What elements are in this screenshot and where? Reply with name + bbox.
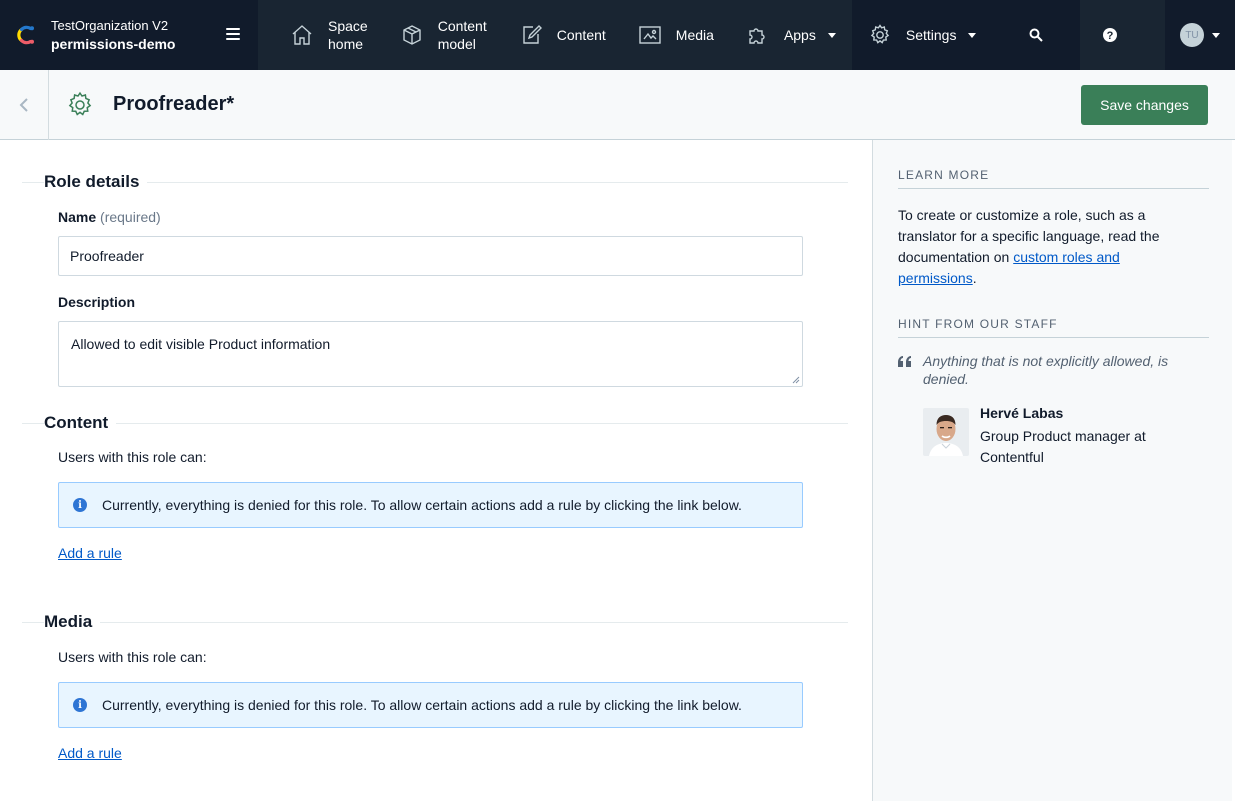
content-add-rule-link[interactable]: Add a rule [58,545,122,561]
media-add-rule-link[interactable]: Add a rule [58,745,122,761]
info-icon: i [73,698,87,712]
nav-content-model-line2: model [437,36,476,52]
learn-more-text: To create or customize a role, such as a… [898,205,1198,289]
nav-apps[interactable]: Apps [730,0,852,70]
chevron-down-icon [827,32,836,38]
quote-icon [898,356,911,367]
settings-gear-icon [68,91,92,116]
chevron-down-icon [1212,32,1220,38]
nav-media-label: Media [675,27,714,43]
description-label: Description [58,294,136,310]
role-details-heading: Role details [44,172,148,192]
media-heading: Media [44,612,101,632]
contentful-logo-icon [17,25,34,45]
content-info-note: i Currently, everything is denied for th… [58,482,803,528]
hint-quote: Anything that is not explicitly allowed,… [923,353,1169,387]
nav-space-home[interactable]: Space home [258,0,384,70]
org-switcher[interactable]: TestOrganization V2 permissions-demo [0,0,258,70]
content-intro: Users with this role can: [58,449,207,465]
home-icon [292,25,312,45]
media-note-text: Currently, everything is denied for this… [102,697,742,713]
resize-grip-icon[interactable] [792,376,800,384]
edit-icon [523,25,542,44]
menu-icon[interactable] [226,28,240,40]
help-icon: ? [1103,28,1118,42]
content-note-text: Currently, everything is denied for this… [102,497,742,513]
section-divider [22,423,848,424]
name-input[interactable]: Proofreader [58,236,803,276]
nav-content[interactable]: Content [503,0,622,70]
media-icon [639,26,661,44]
nav-content-label: Content [556,27,606,43]
learn-more-heading: LEARN MORE [898,168,1209,189]
description-value: Allowed to edit visible Product informat… [71,336,331,352]
content-model-icon [403,25,421,45]
required-hint: (required) [100,209,161,225]
puzzle-icon [749,28,765,44]
sidebar: LEARN MORE To create or customize a role… [872,140,1235,801]
nav-space-home-line2: home [328,36,364,52]
svg-text:?: ? [1107,30,1114,42]
description-textarea[interactable]: Allowed to edit visible Product informat… [58,321,803,387]
user-menu[interactable]: TU [1165,0,1235,70]
page-title: Proofreader* [113,93,235,115]
nav-content-model[interactable]: Content model [384,0,503,70]
chevron-down-icon [968,32,977,38]
search-icon [1029,28,1044,42]
nav-space-home-line1: Space [328,18,368,34]
back-button[interactable] [0,69,49,140]
media-intro: Users with this role can: [58,649,207,665]
gear-icon [870,24,889,44]
help-button[interactable]: ? [1080,0,1140,70]
section-divider [22,622,848,623]
chevron-left-icon [19,97,28,112]
nav-media[interactable]: Media [622,0,730,70]
search-button[interactable] [992,0,1081,70]
staff-name: Hervé Labas [980,405,1064,421]
page-header: Proofreader* Save changes [0,69,1235,140]
staff-role: Group Product manager at Contentful [980,428,1146,465]
avatar: TU [1180,23,1204,47]
learn-more-period: . [972,270,977,286]
nav-settings[interactable]: Settings [851,0,993,70]
nav-settings-label: Settings [905,27,957,43]
top-navigation: TestOrganization V2 permissions-demo Spa… [0,0,1235,70]
content-heading: Content [44,413,117,433]
space-name: permissions-demo [51,36,176,52]
info-icon: i [73,498,87,512]
role-editor-form: Role details Name (required) Proofreader… [0,140,872,801]
media-info-note: i Currently, everything is denied for th… [58,682,803,728]
save-changes-button[interactable]: Save changes [1081,85,1208,125]
staff-avatar [923,408,969,456]
hint-heading: HINT FROM OUR STAFF [898,317,1209,338]
org-name: TestOrganization V2 [51,18,169,33]
name-label-text: Name [58,209,97,225]
name-label: Name (required) [58,209,161,225]
nav-content-model-line1: Content [437,18,487,34]
nav-apps-label: Apps [783,27,816,43]
